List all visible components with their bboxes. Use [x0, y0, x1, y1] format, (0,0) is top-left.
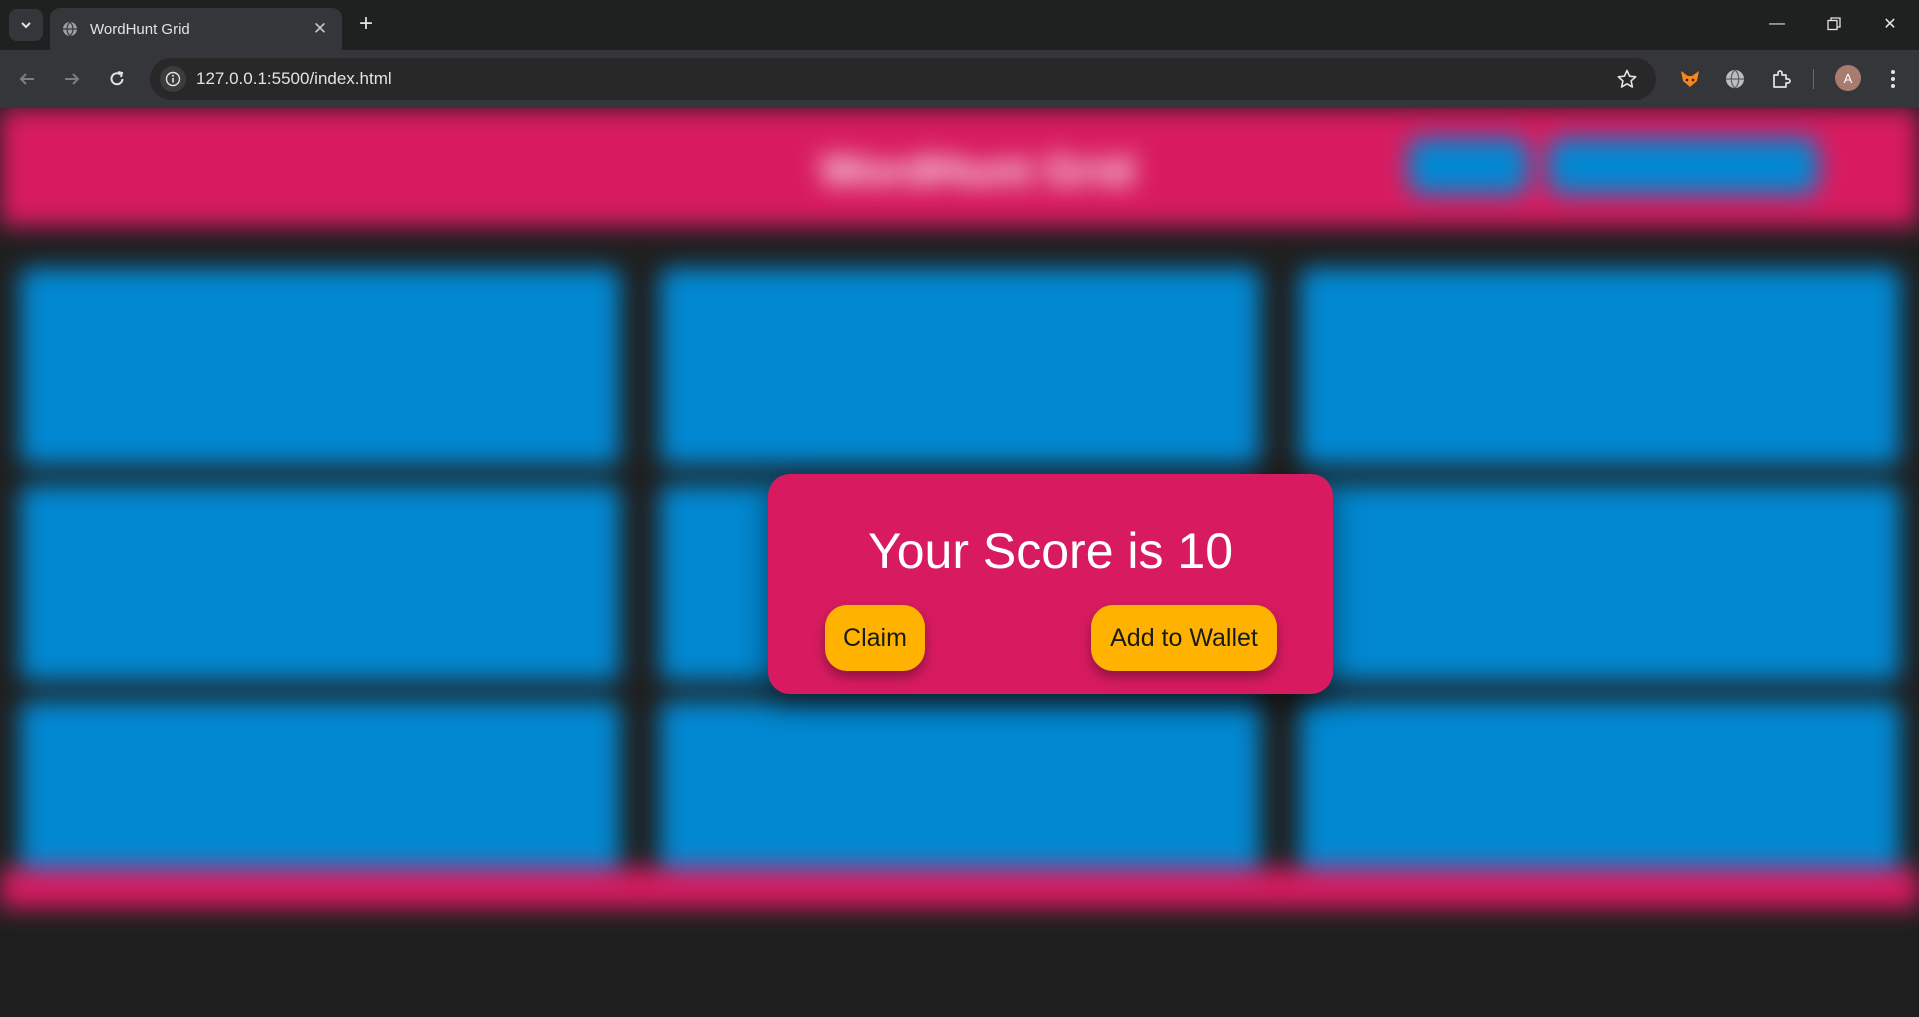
- add-to-wallet-button[interactable]: Add to Wallet: [1091, 605, 1277, 671]
- category-tile: [1300, 484, 1900, 682]
- page-header: WordHunt Grid: [0, 108, 1919, 226]
- tab-search-button[interactable]: [9, 9, 43, 41]
- category-tile: [20, 484, 620, 682]
- avatar[interactable]: A: [1835, 65, 1861, 91]
- header-button-1: [1408, 138, 1528, 194]
- claim-button[interactable]: Claim: [825, 605, 925, 671]
- restore-icon[interactable]: [1814, 8, 1854, 40]
- kebab-menu-icon[interactable]: [1878, 64, 1908, 94]
- reload-icon[interactable]: [102, 64, 132, 94]
- chevron-down-icon: [21, 22, 31, 29]
- browser-toolbar: 127.0.0.1:5500/index.html A: [0, 50, 1919, 108]
- minimize-icon[interactable]: —: [1757, 8, 1797, 40]
- score-title: Your Score is 10: [867, 523, 1234, 579]
- toolbar-divider: [1813, 69, 1814, 89]
- puzzle-extension-icon[interactable]: [1766, 64, 1796, 94]
- browser-tab[interactable]: WordHunt Grid ✕: [50, 8, 342, 50]
- globe-icon: [63, 21, 77, 37]
- forward-arrow-icon[interactable]: [57, 64, 87, 94]
- score-modal: Your Score is 10 Claim Add to Wallet: [768, 474, 1333, 694]
- plus-icon[interactable]: +: [352, 10, 380, 38]
- browser-tabstrip: WordHunt Grid ✕ + — ✕: [0, 0, 1919, 50]
- globe-extension-icon[interactable]: [1720, 64, 1750, 94]
- header-button-2: [1548, 138, 1818, 194]
- address-bar[interactable]: 127.0.0.1:5500/index.html: [150, 58, 1656, 100]
- window-close-icon[interactable]: ✕: [1870, 8, 1910, 40]
- star-icon[interactable]: [1616, 68, 1638, 95]
- tab-title: WordHunt Grid: [90, 20, 190, 38]
- close-icon[interactable]: ✕: [310, 19, 330, 39]
- url-text: 127.0.0.1:5500/index.html: [196, 69, 392, 88]
- info-icon[interactable]: [160, 66, 186, 92]
- category-tile: [1300, 268, 1900, 465]
- fox-extension-icon[interactable]: [1675, 64, 1705, 94]
- page-footer: [0, 868, 1919, 908]
- category-tile: [660, 268, 1260, 465]
- category-tile: [20, 268, 620, 465]
- page-title: WordHunt Grid: [820, 146, 1135, 195]
- back-arrow-icon[interactable]: [12, 64, 42, 94]
